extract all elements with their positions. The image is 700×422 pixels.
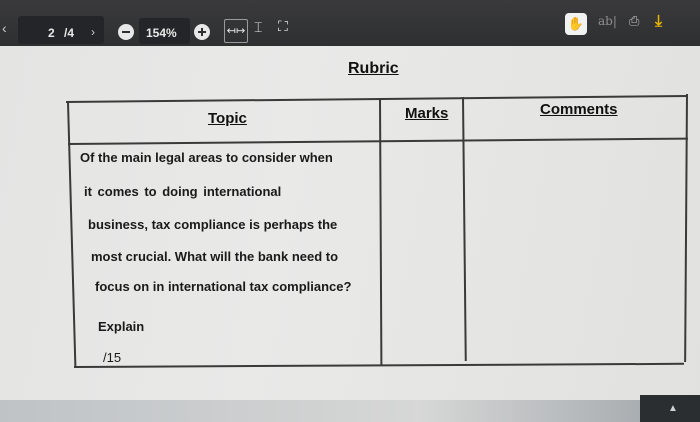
fit-page-icon[interactable]: ⌶ xyxy=(254,20,262,36)
pdf-toolbar xyxy=(0,0,700,46)
monitor-bezel xyxy=(0,400,700,422)
page-number-input[interactable]: 2 xyxy=(48,25,55,41)
question-line: Of the main legal areas to consider when xyxy=(80,150,333,165)
tray-icon: ▲ xyxy=(668,403,678,414)
zoom-level: 154% xyxy=(146,26,177,40)
zoom-in-icon[interactable] xyxy=(194,24,210,40)
header-comments: Comments xyxy=(540,101,618,118)
text-select-tool[interactable]: ab| xyxy=(598,14,617,28)
question-line: most crucial. What will the bank need to xyxy=(91,249,339,264)
fullscreen-icon[interactable]: ⛶ xyxy=(278,19,288,35)
question-line: Explain xyxy=(98,319,145,334)
mark-total: /15 xyxy=(103,350,122,365)
header-topic: Topic xyxy=(208,110,247,127)
chevron-right-icon[interactable]: › xyxy=(91,24,95,40)
page-total: /4 xyxy=(64,26,75,40)
zoom-out-icon[interactable] xyxy=(118,24,134,40)
download-icon[interactable]: ⤓ xyxy=(655,11,662,31)
print-icon[interactable]: ⎙ xyxy=(629,14,639,29)
header-marks: Marks xyxy=(405,105,449,122)
question-line: it comes to doing international xyxy=(84,184,282,199)
fit-width-icon[interactable]: ↤↦ xyxy=(224,19,248,43)
question-line: business, tax compliance is perhaps the xyxy=(88,217,338,232)
back-chevron-icon[interactable]: ‹ xyxy=(2,20,7,36)
question-line: focus on in international tax compliance… xyxy=(95,279,352,294)
hand-tool-icon[interactable]: ✋ xyxy=(565,13,587,35)
page-title: Rubric xyxy=(348,60,399,77)
